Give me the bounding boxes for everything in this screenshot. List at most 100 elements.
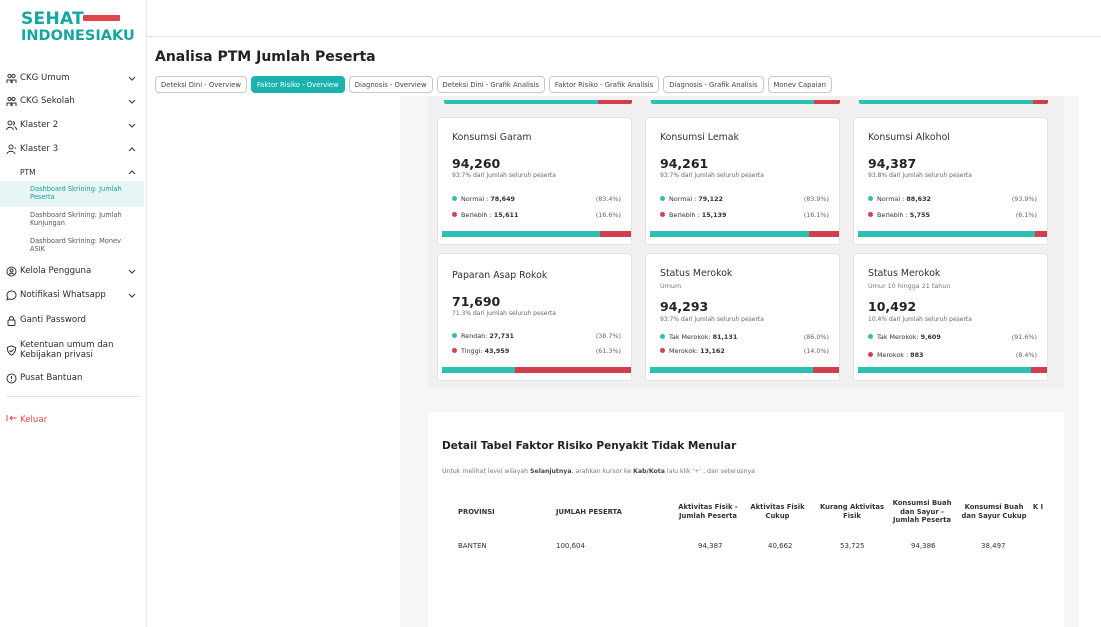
row-value: 43,959 [484, 347, 510, 355]
card-percent-text: 93.7% dari jumlah seluruh peserta [452, 172, 556, 179]
sidebar-item-label: CKG Umum [20, 73, 70, 83]
row-value: 78,649 [490, 195, 516, 203]
table-cell-kurang-aktivitas: 53,725 [840, 542, 865, 550]
table-header-aktivitas-fisik-jumlah[interactable]: Aktivitas Fisik - Jumlah Peserta [673, 503, 743, 520]
card-row-tak-merokok: Tak Merokok: 9,609 (91.6%) [868, 333, 1037, 341]
table-cell-aktivitas-fisik-jumlah: 94,387 [698, 542, 723, 550]
row-value: 15,139 [701, 211, 727, 219]
people-icon [6, 73, 17, 84]
card-row-tak-merokok: Tak Merokok: 81,131 (86.0%) [660, 333, 829, 341]
sidebar-item-pusat-bantuan[interactable]: Pusat Bantuan [0, 367, 147, 389]
table-header-jumlah-peserta[interactable]: JUMLAH PESERTA [556, 508, 626, 517]
group-icon [6, 120, 17, 131]
chat-icon [6, 289, 17, 301]
teal-dot-icon [868, 196, 873, 201]
stat-card-konsumsi-garam: Konsumsi Garam 94,260 93.7% dari jumlah … [437, 117, 632, 245]
sidebar-subitem-jumlah-kunjungan[interactable]: Dashboard Skrining: Jumlah Kunjungan [0, 211, 144, 231]
logout-button[interactable]: Keluar [6, 414, 47, 425]
bar-segment-red [515, 367, 631, 373]
card-value: 10,492 [868, 299, 917, 314]
bar-segment-red [1032, 100, 1048, 104]
row-value: 5,755 [909, 211, 930, 219]
row-label: Tak Merokok: [669, 333, 713, 341]
row-label: Berlebih : [669, 211, 702, 219]
prev-card-bar [859, 100, 1048, 104]
table-header-buah-sayur-jumlah[interactable]: Konsumsi Buah dan Sayur - Jumlah Peserta [891, 499, 953, 525]
bar-segment-red [812, 367, 839, 373]
card-percent-text: 93.8% dari jumlah seluruh peserta [868, 172, 972, 179]
sidebar-item-ckg-umum[interactable]: CKG Umum [0, 67, 147, 89]
sidebar-item-kelola-pengguna[interactable]: Kelola Pengguna [0, 260, 147, 282]
row-label: Rendah: [461, 332, 490, 340]
card-title: Konsumsi Garam [452, 132, 532, 143]
row-value: 13,162 [700, 347, 725, 355]
tab-deteksi-dini-overview[interactable]: Deteksi Dini - Overview [155, 76, 247, 93]
row-label: Merokok: [669, 347, 701, 355]
sidebar-item-ckg-sekolah[interactable]: CKG Sekolah [0, 90, 147, 112]
teal-dot-icon [868, 334, 873, 339]
sidebar-item-label: Ganti Password [20, 315, 87, 325]
prev-card-bar [444, 100, 632, 104]
sidebar-item-label: Pusat Bantuan [20, 373, 83, 383]
chevron-down-icon [128, 267, 136, 276]
tab-diagnosis-grafik[interactable]: Diagnosis - Grafik Analisis [663, 76, 764, 93]
row-label: Berlebih : [461, 211, 494, 219]
card-percent-text: 93.7% dari jumlah seluruh peserta [660, 316, 764, 323]
card-percent-text: 71.3% dari jumlah seluruh peserta [452, 310, 556, 317]
tab-faktor-risiko-grafik[interactable]: Faktor Risiko - Grafik Analisis [548, 76, 660, 93]
red-dot-icon [452, 348, 457, 353]
sidebar-item-ketentuan[interactable]: Ketentuan umum dan Kebijakan privasi [0, 337, 147, 363]
table-cell-jumlah-peserta: 100,604 [556, 542, 585, 550]
sidebar-item-ptm[interactable]: PTM [0, 161, 147, 183]
bar-segment-teal [444, 100, 599, 104]
card-row-berlebih: Berlebih : 5,755 (6.1%) [868, 211, 1037, 219]
sidebar: SEHAT INDONESIAKU CKG Umum CKG Sekolah K… [0, 0, 147, 627]
card-row-normal: Normal : 79,122 (83.9%) [660, 195, 829, 203]
top-header-bar [147, 0, 1101, 37]
sidebar-item-label: PTM [20, 167, 36, 177]
bar-segment-red [1035, 231, 1047, 237]
row-percent: (16.6%) [595, 211, 621, 219]
table-header-truncated[interactable]: K I [1032, 503, 1044, 512]
row-percent: (14.0%) [803, 347, 829, 355]
tab-deteksi-dini-grafik[interactable]: Deteksi Dini - Grafik Analisis [436, 76, 545, 93]
sehat-indonesiaku-logo[interactable]: SEHAT INDONESIAKU [21, 10, 135, 46]
bar-segment-teal [858, 367, 1032, 373]
row-label: Berlebih : [877, 211, 910, 219]
shield-check-icon [6, 344, 17, 356]
table-header-provinsi[interactable]: PROVINSI [458, 508, 498, 517]
sidebar-subitem-jumlah-peserta[interactable]: Dashboard Skrining: Jumlah Peserta [0, 181, 144, 207]
sidebar-item-notifikasi-whatsapp[interactable]: Notifikasi Whatsapp [0, 284, 147, 306]
tab-diagnosis-overview[interactable]: Diagnosis - Overview [348, 76, 433, 93]
row-percent: (93.9%) [1011, 195, 1037, 203]
teal-dot-icon [660, 334, 665, 339]
row-percent: (16.1%) [803, 211, 829, 219]
bar-segment-teal [859, 100, 1033, 104]
table-cell-provinsi[interactable]: BANTEN [458, 542, 487, 550]
bar-segment-teal [442, 231, 600, 237]
card-row-merokok: Merokok : 883 (8.4%) [868, 351, 1037, 359]
sidebar-item-ganti-password[interactable]: Ganti Password [0, 309, 147, 331]
sidebar-item-klaster-2[interactable]: Klaster 2 [0, 114, 147, 136]
tab-monev-capaian[interactable]: Monev Capaian [767, 76, 832, 93]
row-value: 15,611 [493, 211, 519, 219]
row-percent: (83.9%) [803, 195, 829, 203]
card-percent-text: 10.4% dari jumlah seluruh peserta [868, 316, 972, 323]
card-title: Status Merokok [868, 268, 941, 279]
red-dot-icon [868, 352, 873, 357]
table-header-kurang-aktivitas[interactable]: Kurang Aktivitas Fisik [817, 503, 887, 520]
stat-card-paparan-asap-rokok: Paparan Asap Rokok 71,690 71.3% dari jum… [437, 253, 632, 381]
bar-segment-red [598, 100, 632, 104]
note-text: , arahkan kursor ke [571, 468, 634, 475]
teal-dot-icon [660, 196, 665, 201]
bar-segment-teal [650, 231, 809, 237]
tab-faktor-risiko-overview[interactable]: Faktor Risiko - Overview [250, 76, 345, 93]
teal-dot-icon [452, 333, 457, 338]
chevron-down-icon [128, 291, 136, 300]
sidebar-item-klaster-3[interactable]: Klaster 3 [0, 138, 147, 160]
stat-card-konsumsi-alkohol: Konsumsi Alkohol 94,387 93.8% dari jumla… [853, 117, 1048, 245]
table-header-aktivitas-fisik-cukup[interactable]: Aktivitas Fisik Cukup [750, 503, 805, 520]
table-cell-aktivitas-fisik-cukup: 40,662 [768, 542, 793, 550]
sidebar-subitem-monev-asik[interactable]: Dashboard Skrining: Monev ASIK [0, 237, 144, 257]
table-header-buah-sayur-cukup[interactable]: Konsumsi Buah dan Sayur Cukup [959, 503, 1029, 520]
